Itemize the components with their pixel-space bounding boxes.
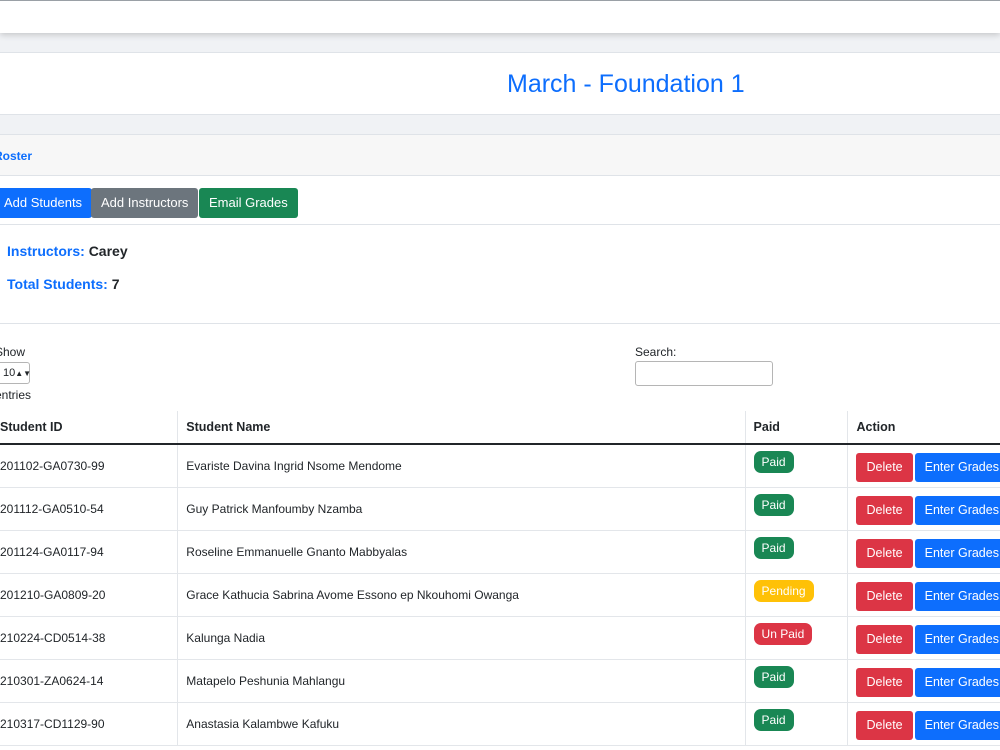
payment-status-badge: Paid bbox=[753, 493, 794, 516]
action-cell: Delete Enter Grades bbox=[847, 659, 1000, 703]
title-card bbox=[0, 52, 1000, 115]
table-row: 210224-CD0514-38 Kalunga Nadia Un Paid Dele… bbox=[0, 616, 1000, 660]
search-label: Search: bbox=[635, 345, 677, 359]
entries-select[interactable]: 10▲▼ bbox=[0, 362, 32, 384]
table-row: 210301-ZA0624-14 Matapelo Peshunia Mahlan… bbox=[0, 659, 1000, 703]
delete-button[interactable]: Delete bbox=[856, 624, 913, 654]
delete-button[interactable]: Delete bbox=[856, 495, 913, 525]
enter-grades-button[interactable]: Enter Grades bbox=[914, 667, 1000, 697]
paid-cell: Paid bbox=[745, 659, 849, 703]
payment-status-badge: Paid bbox=[753, 451, 794, 473]
action-cell: Delete Enter Grades bbox=[847, 487, 1000, 531]
student-id-cell: 210317-CD1129-90 bbox=[0, 702, 179, 746]
table-header-row: Student ID Student Name Paid Action bbox=[0, 411, 1000, 445]
delete-button[interactable]: Delete bbox=[856, 538, 913, 568]
student-id-cell: 210301-ZA0624-14 bbox=[0, 659, 179, 703]
enter-grades-button[interactable]: Enter Grades bbox=[914, 710, 1000, 740]
total-students-info: Total Students: 7 bbox=[7, 276, 120, 292]
header-action[interactable]: Action bbox=[847, 411, 1000, 445]
top-navbar bbox=[0, 0, 1000, 33]
enter-grades-button[interactable]: Enter Grades bbox=[914, 453, 1000, 482]
card-header bbox=[0, 135, 1000, 176]
page-title: March - Foundation 1 bbox=[507, 70, 745, 98]
payment-status-badge: Un Paid bbox=[753, 622, 813, 645]
student-id-cell: 201210-GA0809-20 bbox=[0, 573, 179, 617]
toolbar-divider bbox=[0, 224, 1000, 225]
paid-cell: Paid bbox=[745, 487, 849, 531]
delete-button[interactable]: Delete bbox=[856, 453, 913, 482]
student-name-cell: Anastasia Kalambwe Kafuku bbox=[177, 702, 746, 746]
enter-grades-button[interactable]: Enter Grades bbox=[914, 624, 1000, 654]
student-name-cell: Guy Patrick Manfoumby Nzamba bbox=[177, 487, 746, 531]
paid-cell: Paid bbox=[745, 530, 849, 574]
student-id-cell: 201102-GA0730-99 bbox=[0, 444, 179, 488]
enter-grades-button[interactable]: Enter Grades bbox=[914, 581, 1000, 611]
search-input[interactable] bbox=[635, 361, 773, 386]
student-name-cell: Matapelo Peshunia Mahlangu bbox=[177, 659, 746, 703]
student-id-cell: 201112-GA0510-54 bbox=[0, 487, 179, 531]
table-body: 201102-GA0730-99 Evariste Davina Ingrid N… bbox=[0, 444, 1000, 746]
paid-cell: Paid bbox=[745, 444, 849, 488]
enter-grades-button[interactable]: Enter Grades bbox=[914, 495, 1000, 525]
show-label: Show bbox=[0, 345, 26, 359]
payment-status-badge: Paid bbox=[753, 536, 794, 559]
total-students-value: 7 bbox=[111, 276, 120, 292]
enter-grades-button[interactable]: Enter Grades bbox=[914, 538, 1000, 568]
header-paid[interactable]: Paid bbox=[745, 411, 849, 445]
roster-table: Student ID Student Name Paid Action 2011… bbox=[0, 411, 1000, 746]
paid-cell: Pending bbox=[745, 573, 849, 617]
action-cell: Delete Enter Grades bbox=[847, 702, 1000, 746]
student-id-cell: 201124-GA0117-94 bbox=[0, 530, 179, 574]
instructors-info: Instructors: Carey bbox=[7, 243, 128, 259]
student-name-cell: Kalunga Nadia bbox=[177, 616, 746, 660]
action-cell: Delete Enter Grades bbox=[847, 530, 1000, 574]
add-instructors-button[interactable]: Add Instructors bbox=[91, 188, 199, 218]
header-student-id[interactable]: Student ID bbox=[0, 411, 179, 445]
table-row: 201112-GA0510-54 Guy Patrick Manfoumby Nz… bbox=[0, 487, 1000, 531]
payment-status-badge: Paid bbox=[753, 665, 794, 688]
action-cell: Delete Enter Grades bbox=[847, 616, 1000, 660]
add-students-button[interactable]: Add Students bbox=[0, 188, 93, 218]
delete-button[interactable]: Delete bbox=[856, 667, 913, 697]
total-students-label: Total Students: bbox=[7, 276, 108, 292]
header-student-name[interactable]: Student Name bbox=[177, 411, 746, 445]
tab-roster[interactable]: Roster bbox=[0, 149, 32, 163]
payment-status-badge: Paid bbox=[753, 708, 794, 731]
select-arrows-icon: ▲▼ bbox=[15, 369, 32, 378]
action-cell: Delete Enter Grades bbox=[847, 444, 1000, 488]
action-cell: Delete Enter Grades bbox=[847, 573, 1000, 617]
table-row: 201210-GA0809-20 Grace Kathucia Sabrina A… bbox=[0, 573, 1000, 617]
email-grades-button[interactable]: Email Grades bbox=[199, 188, 298, 218]
student-name-cell: Grace Kathucia Sabrina Avome Essono ep N… bbox=[177, 573, 746, 617]
table-row: 201124-GA0117-94 Roseline Emmanuelle Gnan… bbox=[0, 530, 1000, 574]
info-divider bbox=[0, 323, 1000, 324]
instructors-label: Instructors: bbox=[7, 243, 85, 259]
table-row: 210317-CD1129-90 Anastasia Kalambwe Kafuk… bbox=[0, 702, 1000, 746]
instructors-value: Carey bbox=[88, 243, 128, 259]
entries-label: entries bbox=[0, 388, 32, 402]
delete-button[interactable]: Delete bbox=[856, 710, 913, 740]
paid-cell: Un Paid bbox=[745, 616, 849, 660]
payment-status-badge: Pending bbox=[753, 579, 814, 602]
paid-cell: Paid bbox=[745, 702, 849, 746]
student-id-cell: 210224-CD0514-38 bbox=[0, 616, 179, 660]
delete-button[interactable]: Delete bbox=[856, 581, 913, 611]
student-name-cell: Evariste Davina Ingrid Nsome Mendome bbox=[177, 444, 746, 488]
entries-select-value: 10 bbox=[3, 367, 16, 379]
student-name-cell: Roseline Emmanuelle Gnanto Mabbyalas bbox=[177, 530, 746, 574]
table-row: 201102-GA0730-99 Evariste Davina Ingrid N… bbox=[0, 444, 1000, 488]
